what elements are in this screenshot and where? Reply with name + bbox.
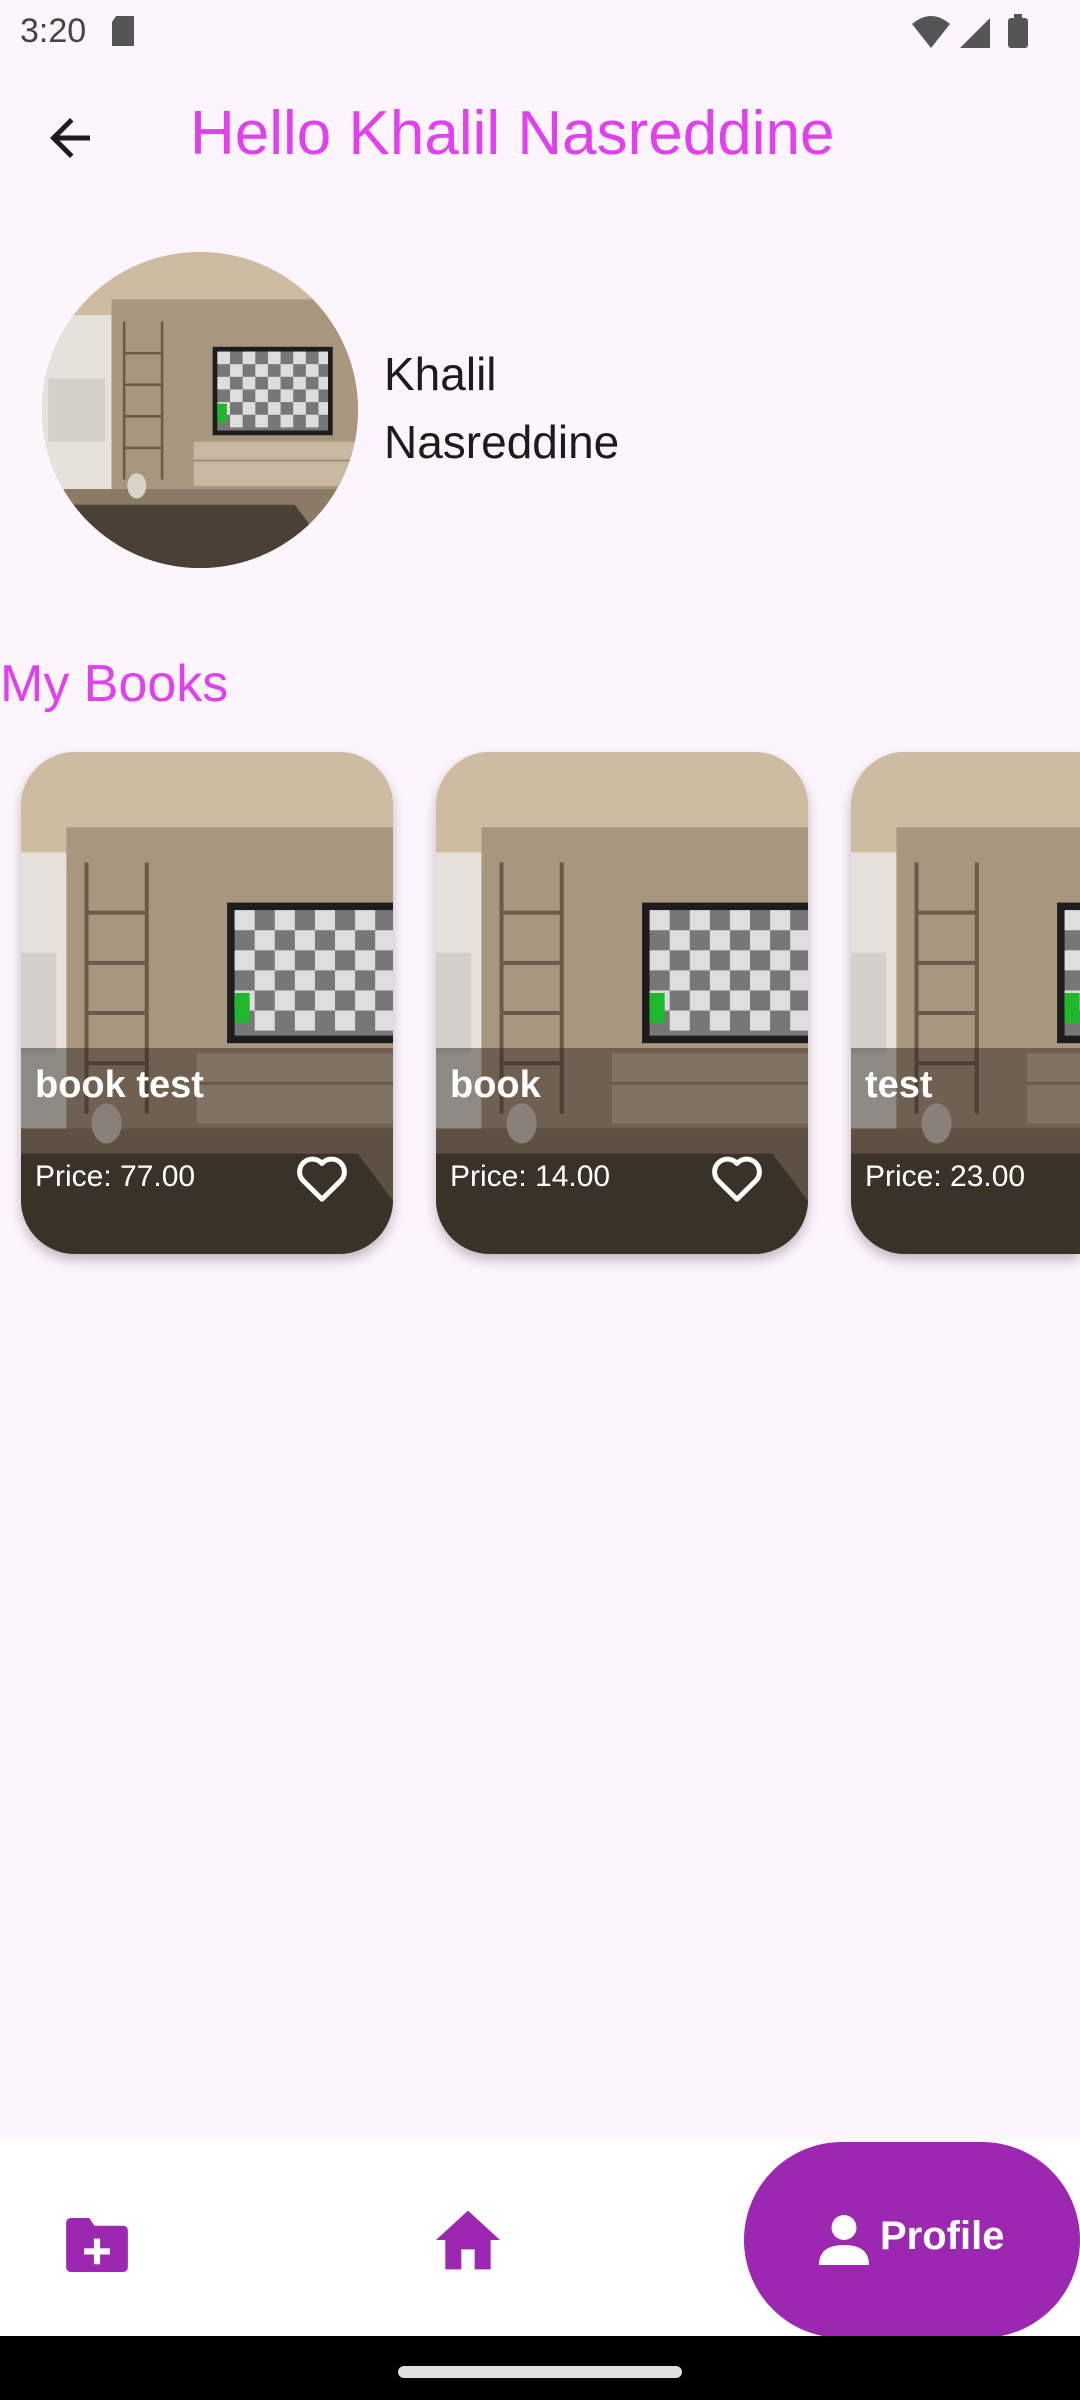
home-gesture-handle[interactable] [398, 2366, 682, 2378]
nav-profile-label: Profile [880, 2214, 1005, 2258]
status-bar: 3:20 [0, 0, 1080, 64]
folder-add-icon[interactable] [66, 2218, 128, 2272]
system-status-icons [912, 14, 1028, 48]
book-title: book test [35, 1064, 204, 1106]
system-navigation-bar [0, 2336, 1080, 2400]
back-arrow-icon[interactable] [40, 108, 100, 168]
home-icon[interactable] [436, 2210, 500, 2270]
profile-last-name: Nasreddine [384, 416, 620, 468]
favorite-heart-icon[interactable] [291, 1148, 353, 1208]
app-bar: Hello Khalil Nasreddine [0, 88, 1080, 184]
wifi-icon [912, 16, 950, 48]
battery-icon [1008, 14, 1028, 48]
nav-profile-button[interactable]: Profile [744, 2142, 1080, 2338]
profile-first-name: Khalil [384, 348, 497, 400]
profile-avatar [42, 252, 358, 568]
favorite-heart-icon[interactable] [706, 1148, 768, 1208]
profile-name: Khalil Nasreddine [384, 340, 619, 476]
book-card[interactable]: test Price: 23.00 [851, 752, 1080, 1254]
book-price: Price: 23.00 [865, 1160, 1026, 1193]
sd-card-icon [112, 16, 134, 46]
person-icon [819, 2215, 869, 2265]
book-title: book [450, 1064, 541, 1106]
book-price: Price: 77.00 [35, 1160, 196, 1193]
cellular-signal-icon [960, 18, 990, 48]
book-price: Price: 14.00 [450, 1160, 611, 1193]
book-card[interactable]: book test Price: 77.00 [21, 752, 393, 1254]
status-time: 3:20 [20, 12, 87, 50]
page-title: Hello Khalil Nasreddine [190, 99, 835, 168]
book-card[interactable]: book Price: 14.00 [436, 752, 808, 1254]
my-books-heading: My Books [0, 655, 229, 713]
book-title: test [865, 1064, 933, 1106]
